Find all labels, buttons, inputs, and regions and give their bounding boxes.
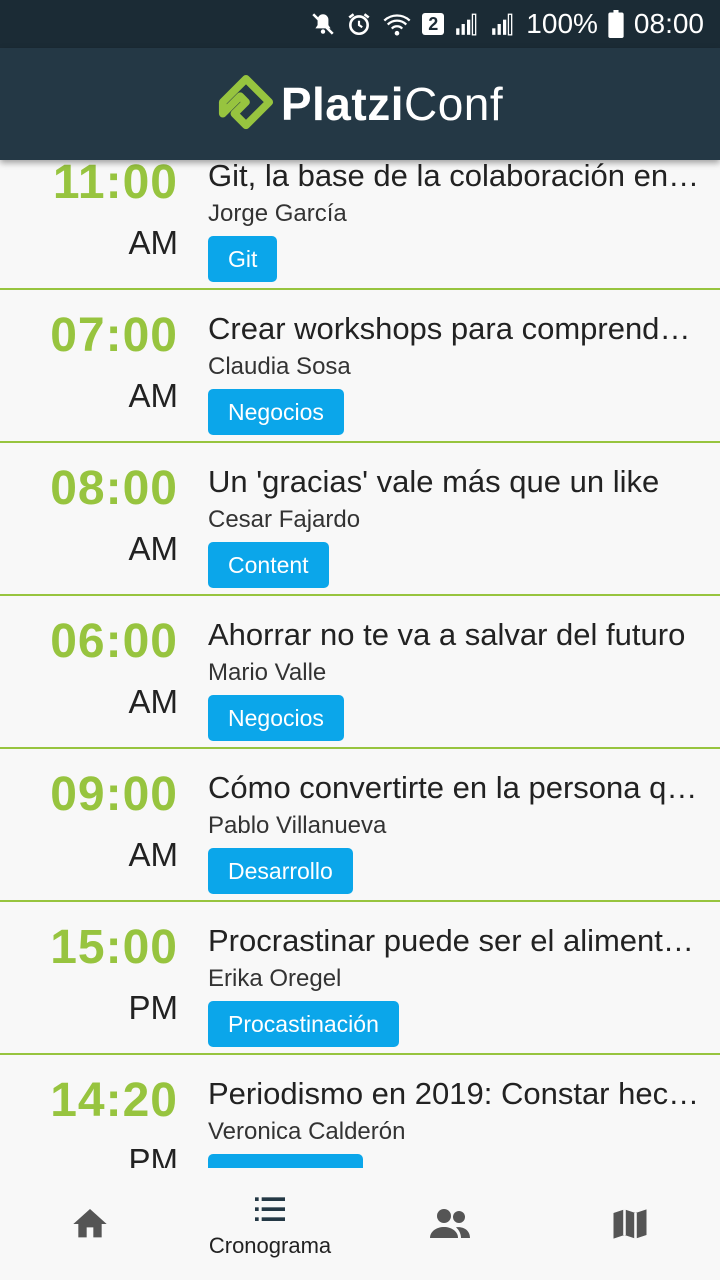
sim-badge: 2 [422, 13, 445, 35]
signal-icon [490, 11, 516, 37]
talk-speaker: Claudia Sosa [208, 353, 351, 380]
talk-info: Cómo convertirte en la persona que contr… [208, 769, 703, 894]
talk-tag[interactable]: Git [208, 236, 278, 282]
talk-title: Un 'gracias' vale más que un like [208, 464, 660, 499]
talk-speaker: Jorge García [208, 200, 347, 227]
talk-info: Git, la base de la colaboración en equip… [208, 160, 703, 282]
nav-home[interactable] [0, 1168, 180, 1280]
nav-speakers[interactable] [360, 1168, 540, 1280]
battery-icon [608, 10, 624, 38]
talk-tag[interactable]: Procastinación [208, 1001, 399, 1047]
talk-title: Periodismo en 2019: Constar hechos reale… [208, 1076, 703, 1111]
battery-percent: 100% [526, 8, 598, 39]
mute-icon [310, 11, 336, 37]
people-icon [430, 1209, 470, 1238]
nav-cronograma-label: Cronograma [208, 1233, 332, 1258]
talk-time: 14:20 [50, 1074, 178, 1127]
talk-info: Un 'gracias' vale más que un like Cesar F… [208, 463, 703, 588]
talk-tag[interactable]: Content [208, 542, 329, 588]
talk-item[interactable]: 14:20 PM Periodismo en 2019: Constar hecho… [0, 1055, 720, 1168]
talk-item[interactable]: 08:00 AM Un 'gracias' vale más que un like… [0, 443, 720, 596]
talk-time-column: 07:00 AM [0, 310, 178, 416]
talk-time: 06:00 [50, 615, 178, 668]
talk-item[interactable]: 11:00 AM Git, la base de la colaboración e… [0, 160, 720, 290]
status-bar: 2 100% 08:00 [0, 0, 720, 48]
talk-time-column: 06:00 AM [0, 616, 178, 722]
nav-cronograma[interactable]: Cronograma [180, 1168, 360, 1280]
clock: 08:00 [633, 8, 704, 39]
talk-time-column: 09:00 AM [0, 769, 178, 875]
talk-item[interactable]: 09:00 AM Cómo convertirte en la persona qu… [0, 749, 720, 902]
home-icon [73, 1209, 107, 1238]
talk-time: 11:00 [52, 160, 178, 209]
talk-speaker: Mario Valle [208, 659, 327, 686]
talk-item[interactable]: 06:00 AM Ahorrar no te va a salvar del fut… [0, 596, 720, 749]
schedule-list[interactable]: 11:00 AM Git, la base de la colaboración e… [0, 160, 720, 1168]
talk-item[interactable]: 15:00 PM Procrastinar puede ser el aliment… [0, 902, 720, 1055]
talk-title: Cómo convertirte en la persona que contr… [208, 770, 703, 805]
logo-text-bold: Platzi [280, 78, 404, 130]
talk-ampm: AM [128, 683, 179, 720]
platzi-logo-icon [218, 75, 273, 130]
talk-time-column: 08:00 AM [0, 463, 178, 569]
talk-info: Crear workshops para comprender negocios… [208, 310, 703, 435]
talk-ampm: AM [128, 530, 179, 567]
talk-speaker: Cesar Fajardo [208, 506, 361, 533]
talk-tag[interactable]: Desarrollo [208, 848, 353, 894]
talk-speaker: Pablo Villanueva [208, 812, 387, 839]
map-icon [613, 1209, 647, 1239]
bottom-navigation: Cronograma [0, 1168, 720, 1280]
wifi-icon [382, 11, 412, 37]
talk-speaker: Veronica Calderón [208, 1118, 406, 1145]
talk-time-column: 14:20 PM [0, 1074, 179, 1169]
talk-info: Ahorrar no te va a salvar del futuro Mari… [208, 616, 703, 741]
talk-tag[interactable]: Negocios [208, 389, 344, 435]
talk-tag[interactable]: Negocios [208, 695, 344, 741]
talk-time: 07:00 [50, 309, 178, 362]
list-icon [255, 1197, 285, 1221]
talk-info: Procrastinar puede ser el alimento del é… [208, 922, 703, 1047]
talk-ampm: AM [128, 836, 179, 873]
logo-text-light: Conf [403, 78, 504, 130]
app-bar: PlatziConf [0, 48, 720, 160]
talk-time: 08:00 [50, 462, 178, 515]
talk-item[interactable]: 07:00 AM Crear workshops para comprender n… [0, 290, 720, 443]
talk-ampm: PM [128, 989, 179, 1026]
signal-icon [454, 11, 480, 37]
talk-title: Git, la base de la colaboración en equip… [208, 160, 703, 193]
talk-time: 15:00 [50, 921, 178, 974]
talk-ampm: AM [128, 377, 179, 414]
talk-info: Periodismo en 2019: Constar hechos reale… [208, 1075, 703, 1168]
talk-time-column: 15:00 PM [0, 922, 178, 1028]
talk-ampm: PM [128, 1142, 179, 1168]
talk-title: Crear workshops para comprender negocios [208, 311, 703, 346]
nav-map[interactable] [540, 1168, 720, 1280]
alarm-icon [346, 11, 372, 37]
talk-title: Ahorrar no te va a salvar del futuro [208, 617, 686, 652]
talk-time-column: 11:00 AM [0, 160, 178, 263]
platzi-conf-logo: PlatziConf [217, 75, 503, 133]
talk-ampm: AM [128, 224, 179, 261]
talk-time: 09:00 [50, 768, 178, 821]
talk-tag[interactable]: Periodismo [208, 1154, 364, 1168]
talk-speaker: Erika Oregel [208, 965, 342, 992]
talk-title: Procrastinar puede ser el alimento del é… [208, 923, 703, 958]
